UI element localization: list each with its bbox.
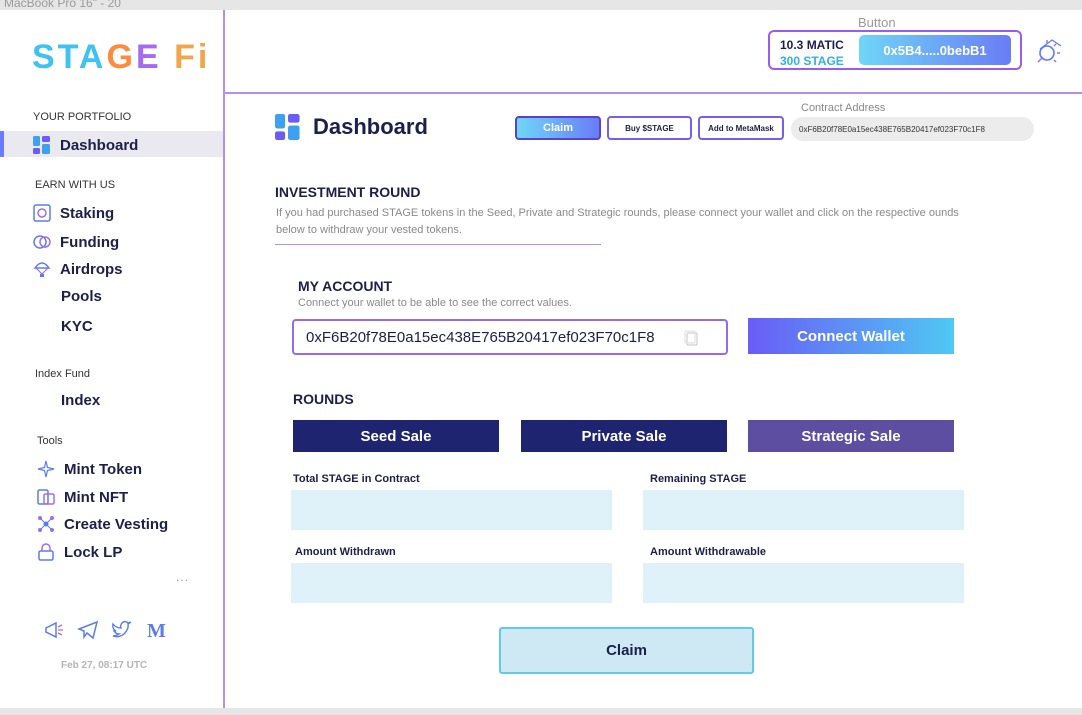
sidebar-item-label: Funding xyxy=(60,233,120,251)
social-links: M xyxy=(42,618,168,642)
remaining-stage-field xyxy=(643,490,964,530)
megaphone-icon[interactable] xyxy=(42,618,66,642)
sidebar-item-label: Lock LP xyxy=(64,543,123,561)
stage-balance: 300 STAGE xyxy=(780,54,844,68)
date-label: Feb 27, 08:17 UTC xyxy=(61,660,148,671)
logo-text-fi: Fi xyxy=(174,38,211,76)
sidebar-item-mint-nft[interactable]: Mint NFT xyxy=(36,484,128,510)
more-dots[interactable]: ... xyxy=(176,570,189,584)
amount-withdrawable-field xyxy=(643,563,964,603)
dashboard-icon xyxy=(275,114,301,140)
frame-label: MacBook Pro 16" - 20 xyxy=(4,0,121,10)
private-sale-button[interactable]: Private Sale xyxy=(521,420,727,452)
safe-icon xyxy=(32,203,52,223)
tools-header: Tools xyxy=(37,435,63,447)
contract-address-field[interactable]: 0xF6B20f78E0a15ec438E765B20417ef023F70c1… xyxy=(791,117,1034,141)
copy-icon[interactable] xyxy=(684,330,698,346)
sidebar-item-label: Staking xyxy=(60,204,115,222)
account-address-input[interactable]: 0xF6B20f78E0a15ec438E765B20417ef023F70c1… xyxy=(292,319,728,355)
my-account-description: Connect your wallet to be able to see th… xyxy=(298,297,572,309)
total-stage-field xyxy=(291,490,612,530)
wallet-summary[interactable]: 10.3 MATIC 300 STAGE 0x5B4.....0bebB1 xyxy=(768,30,1022,70)
claim-button[interactable]: Claim xyxy=(499,627,754,674)
buy-stage-button[interactable]: Buy $STAGE xyxy=(607,116,692,140)
logo-text-g: G xyxy=(106,38,136,76)
sidebar-item-label: Create Vesting xyxy=(64,515,169,533)
sidebar-item-label: Mint NFT xyxy=(64,488,129,506)
section-divider xyxy=(275,244,601,245)
dashboard-icon xyxy=(32,135,52,155)
account-address-value: 0xF6B20f78E0a15ec438E765B20417ef023F70c1… xyxy=(306,328,655,346)
sidebar-item-create-vesting[interactable]: Create Vesting xyxy=(36,511,168,537)
index-fund-header: Index Fund xyxy=(35,368,91,380)
my-account-title: MY ACCOUNT xyxy=(298,278,393,294)
page-title-text: Dashboard xyxy=(313,114,428,139)
network-icon xyxy=(36,514,56,534)
sidebar-item-label: Dashboard xyxy=(60,136,139,154)
header-divider xyxy=(225,92,1082,94)
contract-address-label: Contract Address xyxy=(801,102,886,114)
parachute-icon xyxy=(32,259,52,279)
theme-toggle-icon[interactable] xyxy=(1034,36,1064,66)
claim-pill-button[interactable]: Claim xyxy=(515,116,601,140)
sidebar-item-kyc[interactable]: KYC xyxy=(61,318,93,335)
logo-text-a: STA xyxy=(32,38,107,76)
sidebar: STAGE Fi YOUR PORTFOLIO Dashboard EARN W… xyxy=(0,10,225,708)
coins-icon xyxy=(32,232,52,252)
sidebar-item-funding[interactable]: Funding xyxy=(32,229,119,255)
total-stage-label: Total STAGE in Contract xyxy=(293,473,420,485)
strategic-sale-button[interactable]: Strategic Sale xyxy=(748,420,954,452)
nft-icon xyxy=(36,487,56,507)
remaining-stage-label: Remaining STAGE xyxy=(650,473,747,485)
sidebar-item-label: Airdrops xyxy=(60,260,123,278)
sparkle-icon xyxy=(36,459,56,479)
button-caption: Button xyxy=(858,15,896,30)
earn-header: EARN WITH US xyxy=(35,179,116,191)
sidebar-item-pools[interactable]: Pools xyxy=(61,288,102,305)
stagefi-logo[interactable]: STAGE Fi xyxy=(32,38,210,77)
sidebar-item-airdrops[interactable]: Airdrops xyxy=(32,256,123,282)
app-frame: STAGE Fi YOUR PORTFOLIO Dashboard EARN W… xyxy=(0,10,1082,708)
add-to-metamask-button[interactable]: Add to MetaMask xyxy=(698,116,784,140)
logo-text-e: E xyxy=(135,38,162,76)
matic-balance: 10.3 MATIC xyxy=(780,38,844,52)
page-title: Dashboard xyxy=(275,114,428,140)
rounds-title: ROUNDS xyxy=(293,391,354,407)
amount-withdrawn-label: Amount Withdrawn xyxy=(295,546,396,558)
wallet-address-button[interactable]: 0x5B4.....0bebB1 xyxy=(859,35,1011,65)
sidebar-item-staking[interactable]: Staking xyxy=(32,200,114,226)
sidebar-item-lock-lp[interactable]: Lock LP xyxy=(36,539,122,565)
sidebar-item-dashboard[interactable]: Dashboard xyxy=(32,132,138,158)
connect-wallet-button[interactable]: Connect Wallet xyxy=(748,318,954,354)
sidebar-item-label: Mint Token xyxy=(64,460,143,478)
investment-round-title: INVESTMENT ROUND xyxy=(275,184,421,200)
portfolio-header: YOUR PORTFOLIO xyxy=(33,111,132,123)
lock-icon xyxy=(36,542,56,562)
seed-sale-button[interactable]: Seed Sale xyxy=(293,420,499,452)
sidebar-item-mint-token[interactable]: Mint Token xyxy=(36,456,142,482)
telegram-icon[interactable] xyxy=(76,618,100,642)
amount-withdrawable-label: Amount Withdrawable xyxy=(650,546,767,558)
investment-round-description: If you had purchased STAGE tokens in the… xyxy=(276,207,959,236)
amount-withdrawn-field xyxy=(291,563,612,603)
medium-icon[interactable]: M xyxy=(144,618,168,642)
svg-text:M: M xyxy=(147,620,166,641)
twitter-icon[interactable] xyxy=(110,618,134,642)
sidebar-item-index[interactable]: Index xyxy=(61,392,100,409)
